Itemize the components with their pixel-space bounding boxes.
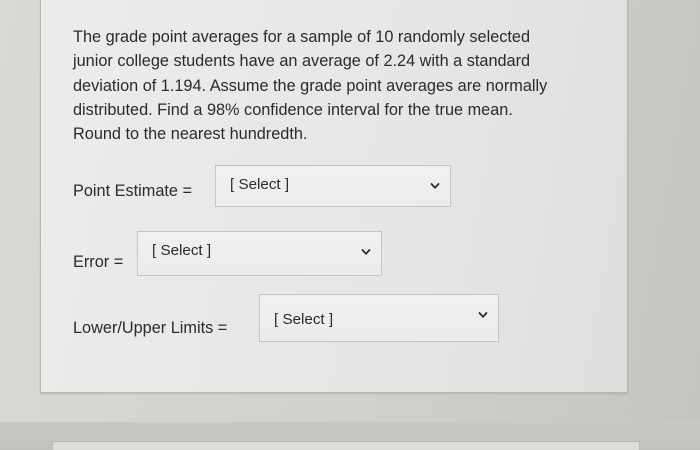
point-estimate-selected-value: [ Select ] — [230, 176, 290, 193]
lower-upper-limits-select[interactable]: [ Select ] — [259, 294, 499, 342]
question-line: distributed. Find a 98% confidence inter… — [73, 100, 513, 119]
chevron-down-icon — [430, 181, 440, 191]
point-estimate-select[interactable]: [ Select ] — [215, 165, 451, 207]
chevron-down-icon — [361, 247, 371, 257]
lower-upper-limits-selected-value: [ Select ] — [274, 311, 334, 328]
next-question-card-edge — [52, 441, 640, 450]
point-estimate-label: Point Estimate = — [73, 182, 193, 200]
error-selected-value: [ Select ] — [152, 242, 212, 259]
lower-upper-limits-label: Lower/Upper Limits = — [73, 319, 228, 337]
question-line: deviation of 1.194. Assume the grade poi… — [73, 76, 548, 95]
question-line: Round to the nearest hundredth. — [73, 125, 308, 144]
question-card: The grade point averages for a sample of… — [40, 0, 628, 393]
error-select[interactable]: [ Select ] — [137, 231, 382, 276]
question-line: junior college students have an average … — [73, 52, 531, 71]
question-line: The grade point averages for a sample of… — [73, 28, 531, 46]
chevron-down-icon — [478, 310, 488, 320]
question-prompt: The grade point averages for a sample of… — [73, 25, 573, 146]
error-label: Error = — [73, 253, 124, 271]
